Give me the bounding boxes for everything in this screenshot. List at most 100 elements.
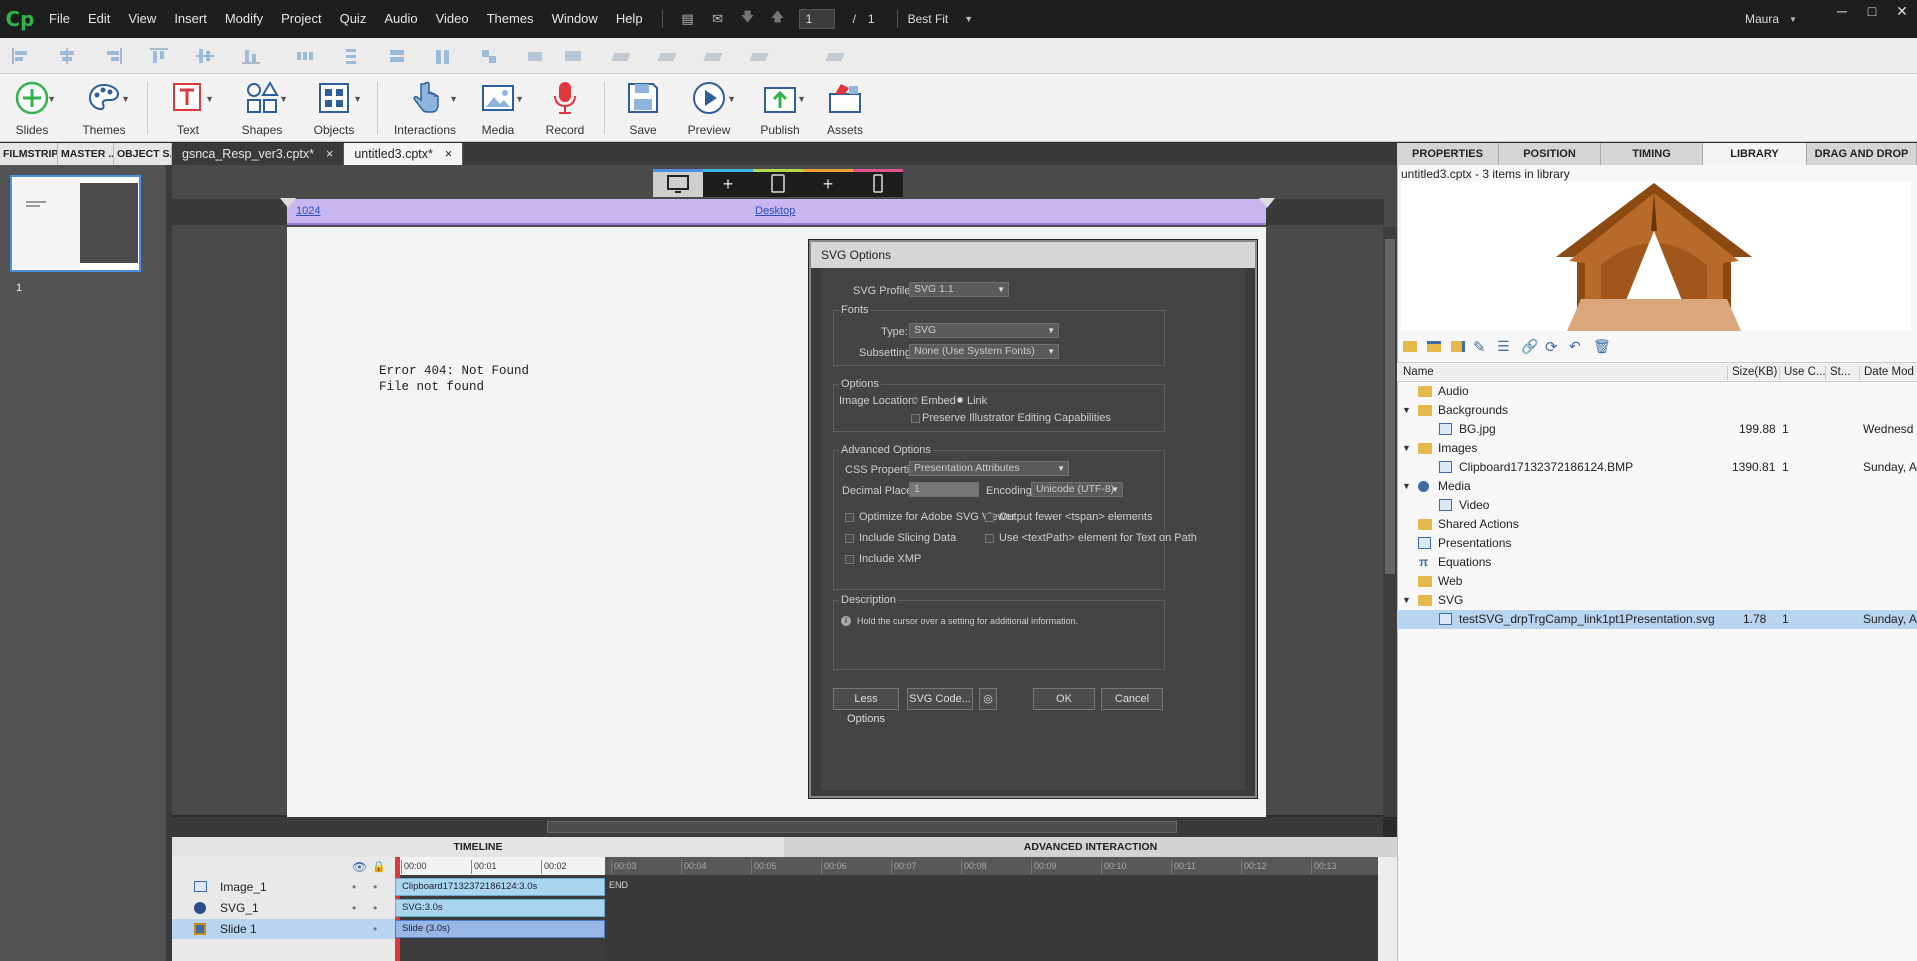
column-date[interactable]: Date Mod <box>1859 366 1914 380</box>
library-item[interactable]: Clipboard17132372186124.BMP 1390.81 1 Sunda… <box>1397 458 1917 477</box>
menu-video[interactable]: Video <box>427 0 478 38</box>
link-radio[interactable] <box>957 397 963 403</box>
send-backward-icon[interactable] <box>749 48 769 64</box>
timeline-bar-image[interactable]: Clipboard17132372186124:3.0s <box>395 878 605 896</box>
tab-advanced-interaction[interactable]: ADVANCED INTERACTION <box>784 837 1397 857</box>
tspan-checkbox[interactable] <box>985 513 994 522</box>
ok-button[interactable]: OK <box>1033 688 1095 710</box>
align-top-icon[interactable] <box>150 48 168 64</box>
library-item[interactable]: BG.jpg 199.88 1 Wednesd <box>1397 420 1917 439</box>
save-button[interactable]: Save <box>618 76 668 140</box>
cancel-button[interactable]: Cancel <box>1101 688 1163 710</box>
breakpoint-handle[interactable] <box>1259 198 1275 208</box>
tablet-view-button[interactable] <box>753 169 803 197</box>
minimize-icon[interactable]: ─ <box>1827 0 1857 24</box>
publish-button[interactable]: ▼ Publish <box>752 76 808 140</box>
trash-icon[interactable]: 🗑 <box>1593 338 1611 355</box>
lock-icon[interactable]: 🔒 <box>372 860 386 873</box>
layer-svg-1[interactable]: SVG_1 • • <box>172 898 395 918</box>
close-icon[interactable]: ✕ <box>1887 0 1917 24</box>
menu-quiz[interactable]: Quiz <box>331 0 376 38</box>
decimal-places-input[interactable]: 1 <box>909 482 979 497</box>
lock-dot[interactable]: • <box>373 877 377 897</box>
column-size[interactable]: Size(KB) <box>1727 366 1777 380</box>
tab-position[interactable]: POSITION <box>1499 143 1601 165</box>
arrow-up-icon[interactable]: 🡅 <box>767 9 789 27</box>
center-horizontal-icon[interactable] <box>526 48 544 64</box>
tab-untitled3[interactable]: untitled3.cptx* × <box>344 143 464 165</box>
chevron-down-icon[interactable]: ▼ <box>1789 15 1797 24</box>
menu-file[interactable]: File <box>40 0 79 38</box>
add-breakpoint-icon[interactable]: + <box>803 169 853 197</box>
textpath-checkbox[interactable] <box>985 534 994 543</box>
close-icon[interactable]: × <box>326 143 333 165</box>
chevron-down-icon[interactable]: ▼ <box>964 14 973 24</box>
zoom-select[interactable]: Best Fit <box>908 12 949 26</box>
menu-edit[interactable]: Edit <box>79 0 119 38</box>
font-type-select[interactable]: SVG ▼ <box>909 323 1059 338</box>
align-left-icon[interactable] <box>12 48 30 64</box>
align-right-icon[interactable] <box>104 48 122 64</box>
menu-insert[interactable]: Insert <box>165 0 216 38</box>
ungroup-icon[interactable] <box>657 48 677 64</box>
same-size-icon[interactable] <box>480 48 498 64</box>
less-options-button[interactable]: Less Options <box>833 688 899 725</box>
preserve-checkbox[interactable] <box>911 414 920 423</box>
mobile-view-button[interactable] <box>853 169 903 197</box>
chevron-down-icon[interactable]: ▼ <box>1402 477 1411 496</box>
tab-filmstrip[interactable]: FILMSTRIP <box>0 143 58 165</box>
tab-library[interactable]: LIBRARY <box>1703 143 1807 165</box>
slicing-checkbox[interactable] <box>845 534 854 543</box>
column-status[interactable]: St... <box>1825 366 1850 380</box>
media-button[interactable]: ▼ Media <box>470 76 526 140</box>
lock-dot[interactable]: • <box>373 919 377 939</box>
tab-master[interactable]: MASTER ... <box>58 143 114 165</box>
align-bottom-icon[interactable] <box>242 48 260 64</box>
distribute-horizontal-icon[interactable] <box>296 48 314 64</box>
menu-view[interactable]: View <box>119 0 165 38</box>
embed-radio[interactable] <box>912 397 918 403</box>
layer-image-1[interactable]: Image_1 • • <box>172 877 395 897</box>
tab-properties[interactable]: PROPERTIES <box>1397 143 1499 165</box>
library-folder-backgrounds[interactable]: ▼ Backgrounds <box>1397 401 1917 420</box>
optimize-checkbox[interactable] <box>845 513 854 522</box>
library-folder-svg[interactable]: ▼ SVG <box>1397 591 1917 610</box>
library-folder-media[interactable]: ▼ Media <box>1397 477 1917 496</box>
distribute-vertical-icon[interactable] <box>342 48 360 64</box>
desktop-view-button[interactable] <box>653 169 703 197</box>
column-name[interactable]: Name <box>1403 366 1434 378</box>
themes-button[interactable]: ▼ Themes <box>76 76 132 140</box>
add-breakpoint-icon[interactable]: + <box>703 169 753 197</box>
stage-horizontal-scrollbar[interactable] <box>172 817 1383 837</box>
svg-code-button[interactable]: SVG Code... <box>907 688 973 710</box>
svg-profiles-select[interactable]: SVG 1.1 ▼ <box>909 282 1009 297</box>
unlink-icon[interactable]: ↶ <box>1569 338 1581 355</box>
menu-themes[interactable]: Themes <box>478 0 543 38</box>
menu-modify[interactable]: Modify <box>216 0 272 38</box>
library-folder-web[interactable]: Web <box>1397 572 1917 591</box>
timeline-bar-slide[interactable]: Slide (3.0s) <box>395 920 605 938</box>
menu-window[interactable]: Window <box>543 0 607 38</box>
tab-timing[interactable]: TIMING <box>1601 143 1703 165</box>
breakpoint-view-name[interactable]: Desktop <box>755 205 795 217</box>
text-button[interactable]: ▼ Text <box>160 76 216 140</box>
chevron-down-icon[interactable]: ▼ <box>1402 401 1411 420</box>
column-use-count[interactable]: Use C... <box>1779 366 1826 380</box>
import-icon[interactable] <box>1427 341 1441 352</box>
library-folder-presentations[interactable]: Presentations <box>1397 534 1917 553</box>
edit-icon[interactable]: ✎ <box>1473 338 1486 356</box>
assets-button[interactable]: Assets <box>818 76 872 140</box>
shapes-button[interactable]: ▼ Shapes <box>234 76 290 140</box>
refresh-icon[interactable]: ⟳ <box>1545 338 1558 356</box>
css-properties-select[interactable]: Presentation Attributes ▼ <box>909 461 1069 476</box>
breakpoint-width[interactable]: 1024 <box>296 205 320 217</box>
visibility-dot[interactable]: • <box>352 877 356 897</box>
page-number-input[interactable]: 1 <box>798 9 835 29</box>
tab-timeline[interactable]: TIMELINE <box>172 837 784 857</box>
visibility-dot[interactable]: • <box>352 898 356 918</box>
same-height-icon[interactable] <box>434 48 452 64</box>
bring-forward-icon[interactable] <box>703 48 723 64</box>
chevron-down-icon[interactable]: ▼ <box>1402 591 1411 610</box>
encoding-select[interactable]: Unicode (UTF-8) ▼ <box>1031 482 1123 497</box>
menu-help[interactable]: Help <box>607 0 652 38</box>
